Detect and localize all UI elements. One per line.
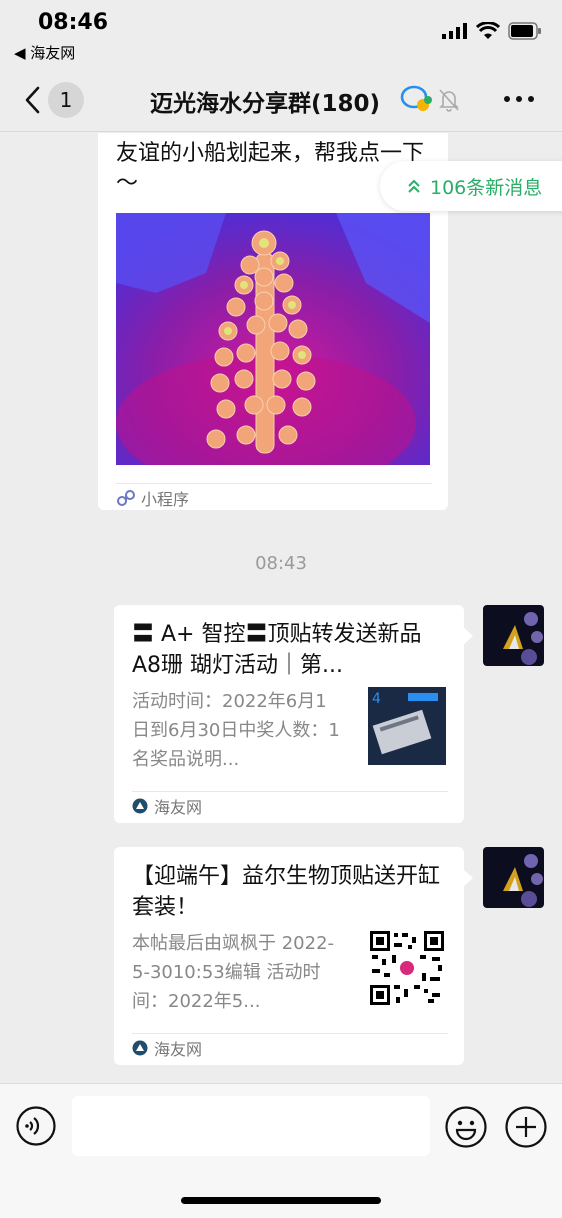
avatar[interactable]	[483, 605, 544, 666]
card-divider	[132, 791, 448, 792]
cellular-signal-icon	[442, 23, 467, 39]
source-name: 海友网	[154, 798, 203, 817]
voice-icon[interactable]	[16, 1106, 56, 1146]
shared-link-card[interactable]: 〓 A+ 智控〓顶贴转发送新品 A8珊 瑚灯活动｜第... 活动时间：2022年…	[114, 605, 473, 823]
plus-icon[interactable]	[505, 1106, 547, 1148]
chat-bubbles-icon	[400, 85, 432, 111]
more-dots-icon[interactable]	[504, 96, 534, 102]
haiyou-logo-icon	[132, 1040, 148, 1056]
wifi-icon	[476, 22, 500, 39]
svg-text:4: 4	[372, 691, 381, 707]
mini-program-footer: 小程序	[116, 486, 189, 510]
timestamp-divider: 08:43	[255, 553, 307, 574]
back-to-app-link[interactable]: ◀ 海友网	[14, 42, 75, 63]
link-description: 活动时间：2022年6月1日到6月30日中奖人数：1名奖品说明...	[132, 691, 340, 770]
link-source: 海友网	[132, 794, 202, 818]
new-messages-label: 106条新消息	[430, 176, 543, 199]
qr-code-thumbnail	[368, 929, 446, 1007]
link-description: 本帖最后由飒枫于 2022-5-3010:53编辑 活动时间：2022年5...	[132, 933, 335, 1012]
haiyou-logo-icon	[132, 798, 148, 814]
message-text-field[interactable]	[72, 1096, 430, 1156]
avatar[interactable]	[483, 847, 544, 908]
muted-bell-icon	[439, 89, 459, 112]
double-chevron-up-icon	[408, 179, 420, 193]
source-name: 海友网	[154, 1040, 203, 1059]
card-divider	[116, 483, 432, 484]
link-source: 海友网	[132, 1036, 202, 1060]
emoji-icon[interactable]	[445, 1106, 487, 1148]
card-divider	[132, 1033, 448, 1034]
shared-link-card[interactable]: 【迎端午】益尔生物顶贴送开缸套装！ 本帖最后由飒枫于 2022-5-3010:5…	[114, 847, 473, 1065]
new-messages-button[interactable]: 106条新消息	[380, 161, 562, 211]
coral-photo	[116, 213, 430, 465]
link-title: 〓 A+ 智控〓顶贴转发送新品 A8珊 瑚灯活动｜第...	[132, 622, 422, 678]
mini-program-label: 小程序	[141, 490, 190, 509]
battery-icon	[508, 22, 541, 40]
status-time: 08:46	[38, 10, 109, 35]
status-icons	[442, 22, 542, 40]
link-title: 【迎端午】益尔生物顶贴送开缸套装！	[132, 864, 441, 920]
message-list[interactable]: 友谊的小船划起来，帮我点一下～ 小程序 106条新消息 08:43 〓 A+ 智…	[0, 133, 562, 1083]
mini-program-icon	[117, 490, 135, 506]
status-bar: 08:46 ◀ 海友网	[0, 0, 562, 70]
unread-count-badge[interactable]: 1	[48, 82, 84, 118]
home-indicator	[181, 1197, 381, 1204]
link-thumbnail: 4	[368, 687, 446, 765]
chat-title: 迈光海水分享群(180)	[150, 91, 381, 117]
chat-header: 1 迈光海水分享群(180)	[0, 70, 562, 132]
